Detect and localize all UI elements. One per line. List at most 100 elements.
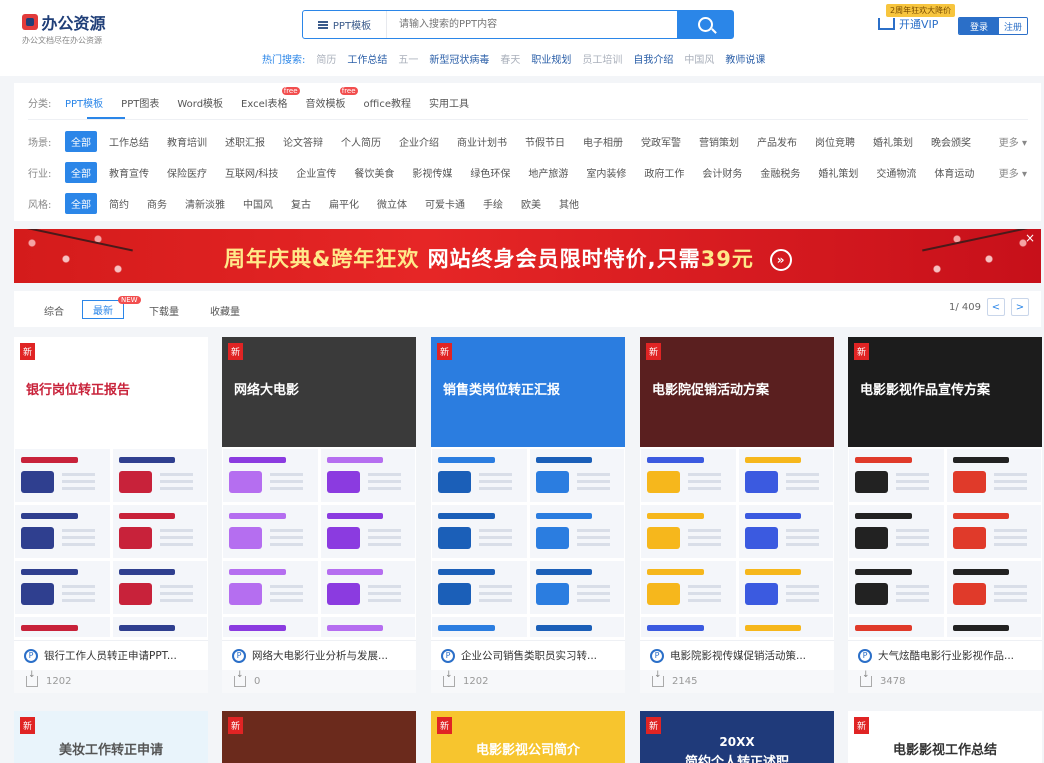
- template-card[interactable]: 新: [222, 711, 416, 763]
- scene-item[interactable]: 党政军警: [641, 134, 681, 149]
- style-item[interactable]: 微立体: [377, 196, 407, 211]
- tab-word-template[interactable]: Word模板: [177, 95, 223, 110]
- hot-link[interactable]: 工作总结: [347, 51, 387, 66]
- scene-item[interactable]: 电子相册: [583, 134, 623, 149]
- next-page-button[interactable]: >: [1011, 298, 1029, 316]
- promo-banner[interactable]: 周年庆典&跨年狂欢 网站终身会员限时特价,只需39元 » ×: [14, 229, 1041, 283]
- search-category-select[interactable]: PPT模板: [303, 11, 387, 38]
- sort-downloads[interactable]: 下载量: [149, 303, 179, 318]
- open-vip-link[interactable]: 开通VIP: [878, 16, 938, 32]
- scene-item[interactable]: 岗位竞聘: [815, 134, 855, 149]
- scene-more-button[interactable]: 更多 ▾: [999, 134, 1027, 149]
- industry-item[interactable]: 地产旅游: [528, 165, 568, 180]
- scene-item[interactable]: 全部: [65, 131, 97, 152]
- scene-item[interactable]: 教育培训: [167, 134, 207, 149]
- industry-item[interactable]: 政府工作: [644, 165, 684, 180]
- industry-more-button[interactable]: 更多 ▾: [999, 165, 1027, 180]
- template-card[interactable]: 新电影影视公司简介: [431, 711, 625, 763]
- scene-item[interactable]: 婚礼策划: [873, 134, 913, 149]
- industry-item[interactable]: 绿色环保: [470, 165, 510, 180]
- style-item[interactable]: 简约: [109, 196, 129, 211]
- tab-excel-table[interactable]: Excel表格 free: [241, 87, 300, 110]
- template-title[interactable]: P 网络大电影行业分析与发展...: [222, 640, 416, 670]
- industry-item[interactable]: 企业宣传: [296, 165, 336, 180]
- template-card[interactable]: 电影影视作品宣传方案 新 P 大气炫酷电影行业影视作品... 3478: [848, 337, 1042, 693]
- search-input[interactable]: [387, 11, 677, 38]
- scene-item[interactable]: 晚会颁奖: [931, 134, 971, 149]
- style-item[interactable]: 全部: [65, 193, 97, 214]
- style-item[interactable]: 中国风: [243, 196, 273, 211]
- template-title[interactable]: P 企业公司销售类职员实习转...: [431, 640, 625, 670]
- template-card[interactable]: 电影院促销活动方案 新 P 电影院影视传媒促销活动策... 2145: [640, 337, 834, 693]
- hot-link[interactable]: 职业规划: [531, 51, 571, 66]
- industry-item[interactable]: 互联网/科技: [225, 165, 278, 180]
- template-title[interactable]: P 大气炫酷电影行业影视作品...: [848, 640, 1042, 670]
- industry-item[interactable]: 餐饮美食: [354, 165, 394, 180]
- scene-item[interactable]: 产品发布: [757, 134, 797, 149]
- scene-item[interactable]: 述职汇报: [225, 134, 265, 149]
- style-item[interactable]: 欧美: [521, 196, 541, 211]
- style-item[interactable]: 复古: [291, 196, 311, 211]
- tab-ppt-template[interactable]: PPT模板: [65, 95, 103, 110]
- register-button[interactable]: 注册: [999, 18, 1027, 34]
- scene-item[interactable]: 工作总结: [109, 134, 149, 149]
- scene-item[interactable]: 个人简历: [341, 134, 381, 149]
- style-item[interactable]: 可爱卡通: [425, 196, 465, 211]
- industry-item[interactable]: 体育运动: [934, 165, 974, 180]
- style-item[interactable]: 其他: [559, 196, 579, 211]
- style-item[interactable]: 清新淡雅: [185, 196, 225, 211]
- site-logo[interactable]: 办公资源 办公文档尽在办公资源: [22, 10, 106, 46]
- scene-item[interactable]: 商业计划书: [457, 134, 507, 149]
- sort-favorites[interactable]: 收藏量: [210, 303, 240, 318]
- template-title[interactable]: P 银行工作人员转正申请PPT...: [14, 640, 208, 670]
- template-title[interactable]: P 电影院影视传媒促销活动策...: [640, 640, 834, 670]
- style-item[interactable]: 扁平化: [329, 196, 359, 211]
- tab-ppt-chart[interactable]: PPT图表: [121, 95, 159, 110]
- tab-office-tutorial[interactable]: office教程: [364, 95, 411, 110]
- slide-text-lines: [159, 585, 193, 588]
- scene-item[interactable]: 企业介绍: [399, 134, 439, 149]
- template-card[interactable]: 新美妆工作转正申请: [14, 711, 208, 763]
- hot-link[interactable]: 五一: [398, 51, 418, 66]
- banner-close-button[interactable]: ×: [1025, 231, 1035, 245]
- style-item[interactable]: 商务: [147, 196, 167, 211]
- hot-link[interactable]: 新型冠状病毒: [429, 51, 489, 66]
- login-button[interactable]: 登录: [959, 18, 999, 34]
- scene-item[interactable]: 节假节日: [525, 134, 565, 149]
- industry-item[interactable]: 教育宣传: [109, 165, 149, 180]
- hot-link[interactable]: 自我介绍: [633, 51, 673, 66]
- template-card[interactable]: 销售类岗位转正汇报 新 P 企业公司销售类职员实习转... 1202: [431, 337, 625, 693]
- hot-link[interactable]: 简历: [316, 51, 336, 66]
- hot-link[interactable]: 教师说课: [725, 51, 765, 66]
- hot-link[interactable]: 中国风: [684, 51, 714, 66]
- template-card[interactable]: 银行岗位转正报告 新 P 银行工作人员转正申请PPT... 1202: [14, 337, 208, 693]
- search-button[interactable]: [677, 11, 733, 38]
- industry-item[interactable]: 交通物流: [876, 165, 916, 180]
- template-thumbnail[interactable]: 电影院促销活动方案 新: [640, 337, 834, 637]
- template-thumbnail[interactable]: 销售类岗位转正汇报 新: [431, 337, 625, 637]
- sort-newest[interactable]: 最新: [82, 300, 124, 319]
- template-card[interactable]: 新 20XX 简约个人转正述职: [640, 711, 834, 763]
- sort-comprehensive[interactable]: 综合: [44, 303, 64, 318]
- tab-audio-template[interactable]: 音效模板 free: [306, 87, 358, 110]
- scene-item[interactable]: 论文答辩: [283, 134, 323, 149]
- industry-item[interactable]: 室内装修: [586, 165, 626, 180]
- industry-item[interactable]: 会计财务: [702, 165, 742, 180]
- template-card[interactable]: 网络大电影 新 P 网络大电影行业分析与发展... 0: [222, 337, 416, 693]
- style-item[interactable]: 手绘: [483, 196, 503, 211]
- industry-item[interactable]: 影视传媒: [412, 165, 452, 180]
- industry-item[interactable]: 全部: [65, 162, 97, 183]
- template-thumbnail[interactable]: 电影影视作品宣传方案 新: [848, 337, 1042, 637]
- template-thumbnail[interactable]: 网络大电影 新: [222, 337, 416, 637]
- scene-item[interactable]: 营销策划: [699, 134, 739, 149]
- industry-item[interactable]: 保险医疗: [167, 165, 207, 180]
- industry-item[interactable]: 婚礼策划: [818, 165, 858, 180]
- industry-item[interactable]: 金融税务: [760, 165, 800, 180]
- hot-link[interactable]: 员工培训: [582, 51, 622, 66]
- template-thumbnail[interactable]: 银行岗位转正报告 新: [14, 337, 208, 637]
- tab-tools[interactable]: 实用工具: [429, 95, 469, 110]
- prev-page-button[interactable]: <: [987, 298, 1005, 316]
- template-card[interactable]: 新电影影视工作总结: [848, 711, 1042, 763]
- hot-link[interactable]: 春天: [500, 51, 520, 66]
- search-icon: [697, 17, 713, 32]
